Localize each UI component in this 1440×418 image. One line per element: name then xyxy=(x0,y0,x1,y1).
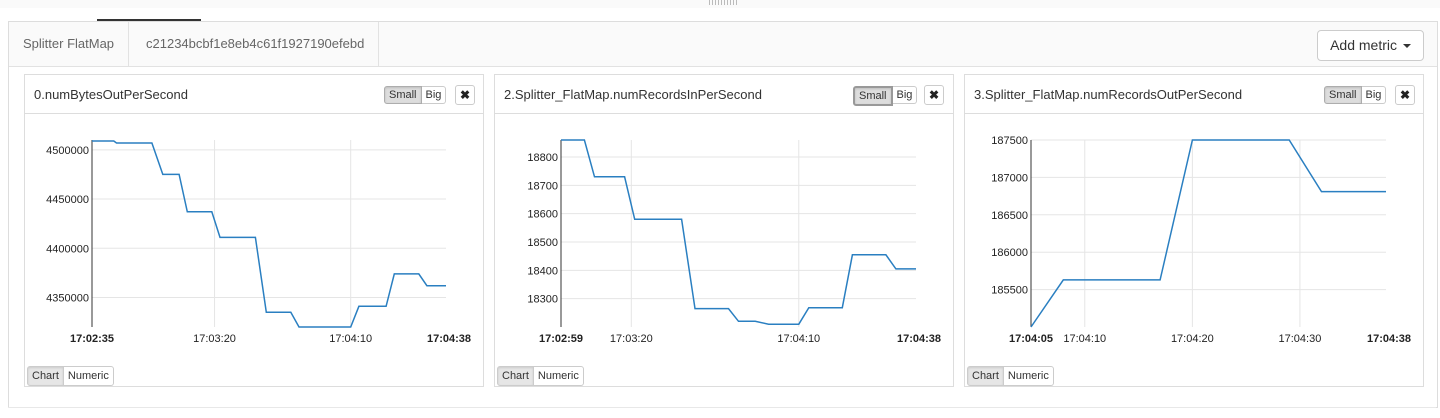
mode-toggle: Chart Numeric xyxy=(27,366,114,386)
chart-mode-button[interactable]: Chart xyxy=(497,366,534,386)
big-button[interactable]: Big xyxy=(421,86,447,104)
metric-panel-2: 3.Splitter_FlatMap.numRecordsOutPerSecon… xyxy=(964,74,1424,387)
y-tick-label: 18500 xyxy=(527,237,558,249)
y-tick-label: 4350000 xyxy=(46,292,89,304)
series-line xyxy=(1030,139,1386,328)
chart-mode-button[interactable]: Chart xyxy=(27,366,64,386)
numeric-mode-button[interactable]: Numeric xyxy=(1003,366,1054,386)
drag-handle-icon[interactable] xyxy=(709,0,739,5)
y-tick-label: 18300 xyxy=(527,294,558,306)
line-chart: 185500 186000 186500 187000 187500 17:04:05 17… xyxy=(991,135,1411,344)
x-tick-label: 17:03:20 xyxy=(193,333,236,344)
metrics-container: Splitter FlatMap c21234bcbf1e8eb4c61f192… xyxy=(8,21,1438,408)
x-tick-label: 17:04:05 xyxy=(1009,333,1053,344)
x-tick-label: 17:04:38 xyxy=(897,333,941,344)
close-icon[interactable]: ✖ xyxy=(924,85,944,105)
series-line xyxy=(92,140,446,328)
y-tick-label: 18800 xyxy=(527,152,558,164)
panel-header: 0.numBytesOutPerSecond Small Big ✖ xyxy=(25,75,483,114)
bottom-edge xyxy=(8,407,1436,408)
subtab-vertex-id[interactable]: c21234bcbf1e8eb4c61f1927190efebd xyxy=(132,22,380,66)
size-toggle: Small Big xyxy=(384,86,447,104)
add-metric-button[interactable]: Add metric xyxy=(1317,30,1424,61)
y-tick-label: 4400000 xyxy=(46,243,89,255)
big-button[interactable]: Big xyxy=(892,86,918,104)
close-icon[interactable]: ✖ xyxy=(1395,85,1415,105)
panel-header: 2.Splitter_FlatMap.numRecordsInPerSecond… xyxy=(495,75,953,114)
x-tick-label: 17:04:10 xyxy=(1063,333,1106,344)
panel-header: 3.Splitter_FlatMap.numRecordsOutPerSecon… xyxy=(965,75,1423,114)
numeric-mode-button[interactable]: Numeric xyxy=(533,366,584,386)
line-chart: 4350000 4400000 4450000 4500000 17:02:35 17:0… xyxy=(46,140,471,344)
metric-panel-0: 0.numBytesOutPerSecond Small Big ✖ 43500… xyxy=(24,74,484,387)
add-metric-label: Add metric xyxy=(1330,37,1397,53)
y-tick-label: 187000 xyxy=(991,172,1028,184)
y-tick-label: 186500 xyxy=(991,210,1028,222)
x-tick-label: 17:04:10 xyxy=(329,333,372,344)
mode-toggle: Chart Numeric xyxy=(497,366,584,386)
small-button[interactable]: Small xyxy=(1324,86,1362,104)
y-tick-label: 187500 xyxy=(991,135,1028,147)
small-button[interactable]: Small xyxy=(384,86,422,104)
mode-toggle: Chart Numeric xyxy=(967,366,1054,386)
subtab-vertex-name[interactable]: Splitter FlatMap xyxy=(9,22,130,66)
x-tick-label: 17:04:38 xyxy=(427,333,471,344)
y-tick-label: 4450000 xyxy=(46,194,89,206)
small-button[interactable]: Small xyxy=(853,86,893,106)
caret-down-icon xyxy=(1403,44,1411,49)
y-tick-label: 18400 xyxy=(527,265,558,277)
big-button[interactable]: Big xyxy=(1361,86,1387,104)
line-chart: 18300 18400 18500 18600 18700 18800 17:02:59 17… xyxy=(527,139,941,344)
x-tick-label: 17:02:35 xyxy=(70,333,114,344)
panel-title: 2.Splitter_FlatMap.numRecordsInPerSecond xyxy=(504,87,762,102)
chart-mode-button[interactable]: Chart xyxy=(967,366,1004,386)
panel-title: 0.numBytesOutPerSecond xyxy=(34,87,188,102)
vertex-subbar: Splitter FlatMap c21234bcbf1e8eb4c61f192… xyxy=(9,22,1437,67)
series-line xyxy=(561,139,916,325)
x-tick-label: 17:04:30 xyxy=(1279,333,1322,344)
y-tick-label: 4500000 xyxy=(46,145,89,157)
size-toggle: Small Big xyxy=(853,86,918,106)
x-tick-label: 17:03:20 xyxy=(610,333,653,344)
numeric-mode-button[interactable]: Numeric xyxy=(63,366,114,386)
x-tick-label: 17:04:38 xyxy=(1367,333,1411,344)
x-tick-label: 17:04:10 xyxy=(777,333,820,344)
size-toggle: Small Big xyxy=(1324,86,1387,104)
y-tick-label: 185500 xyxy=(991,285,1028,297)
metric-panel-1: 2.Splitter_FlatMap.numRecordsInPerSecond… xyxy=(494,74,954,387)
x-tick-label: 17:04:20 xyxy=(1171,333,1214,344)
close-icon[interactable]: ✖ xyxy=(455,85,475,105)
x-tick-label: 17:02:59 xyxy=(539,333,583,344)
y-tick-label: 18600 xyxy=(527,209,558,221)
y-tick-label: 186000 xyxy=(991,247,1028,259)
panel-title: 3.Splitter_FlatMap.numRecordsOutPerSecon… xyxy=(974,87,1243,102)
y-tick-label: 18700 xyxy=(527,180,558,192)
